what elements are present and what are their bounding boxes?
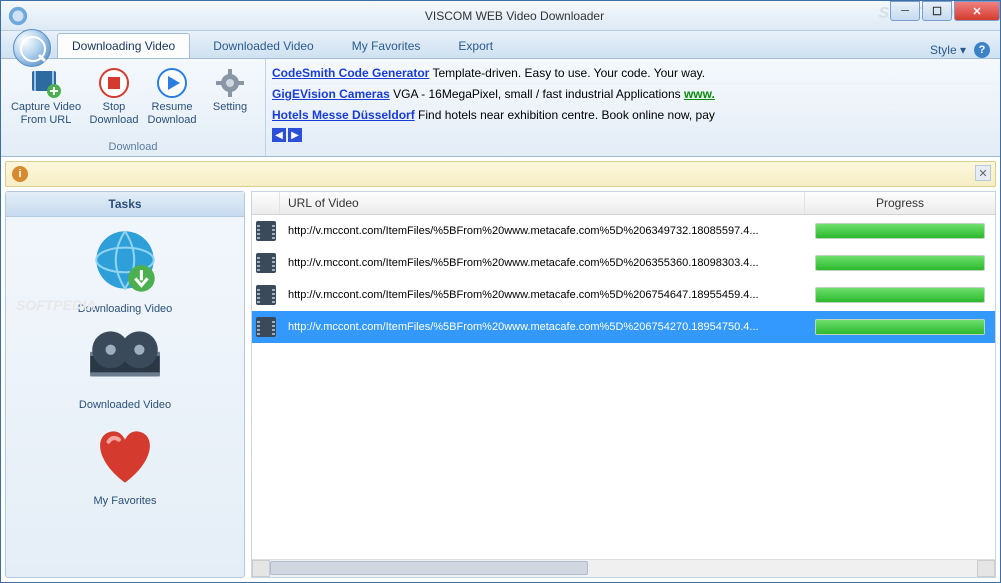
ad-line-3[interactable]: Hotels Messe Düsseldorf Find hotels near…: [268, 105, 998, 126]
table-row[interactable]: http://v.mccont.com/ItemFiles/%5BFrom%20…: [252, 215, 995, 247]
row-progress: [805, 223, 995, 239]
style-dropdown[interactable]: Style ▾: [930, 43, 966, 57]
infobar-close-icon[interactable]: ✕: [975, 165, 991, 181]
main-area: Tasks SOFTPEDIA Downloading Video Downlo…: [5, 191, 996, 578]
row-progress: [805, 319, 995, 335]
row-url: http://v.mccont.com/ItemFiles/%5BFrom%20…: [280, 289, 805, 301]
sidebar-item-downloading[interactable]: Downloading Video: [78, 227, 173, 315]
film-add-icon: [30, 67, 62, 99]
app-menu-icon[interactable]: [7, 5, 29, 27]
row-icon: [252, 221, 280, 241]
setting-button[interactable]: Setting: [201, 63, 259, 137]
row-icon: [252, 285, 280, 305]
scroll-left-icon[interactable]: [252, 560, 270, 577]
tab-downloaded-video[interactable]: Downloaded Video: [198, 33, 329, 58]
sidebar-item-downloaded[interactable]: Downloaded Video: [79, 323, 171, 411]
table-row[interactable]: http://v.mccont.com/ItemFiles/%5BFrom%20…: [252, 247, 995, 279]
sidebar-header: Tasks: [6, 192, 244, 217]
ad-line-1[interactable]: CodeSmith Code Generator Template-driven…: [268, 63, 998, 84]
col-progress[interactable]: Progress: [805, 192, 995, 214]
ribbon: Capture Video From URL Stop Download Res…: [1, 59, 1000, 157]
stop-download-button[interactable]: Stop Download: [85, 63, 143, 137]
row-icon: [252, 317, 280, 337]
play-icon: [156, 67, 188, 99]
download-table: URL of Video Progress http://v.mccont.co…: [251, 191, 996, 578]
capture-video-button[interactable]: Capture Video From URL: [7, 63, 85, 137]
scroll-right-icon[interactable]: [977, 560, 995, 577]
globe-download-icon: [84, 227, 166, 299]
tab-my-favorites[interactable]: My Favorites: [337, 33, 436, 58]
row-url: http://v.mccont.com/ItemFiles/%5BFrom%20…: [280, 225, 805, 237]
resume-download-button[interactable]: Resume Download: [143, 63, 201, 137]
row-icon: [252, 253, 280, 273]
ad-next-icon[interactable]: ▶: [288, 128, 302, 142]
close-button[interactable]: ✕: [954, 1, 1000, 21]
ribbon-tabs: Downloading Video Downloaded Video My Fa…: [1, 31, 1000, 59]
app-window: VISCOM WEB Video Downloader SOFTPEDIA ─ …: [0, 0, 1001, 583]
tab-downloading-video[interactable]: Downloading Video: [57, 33, 190, 58]
film-reel-icon: [84, 323, 166, 395]
row-progress: [805, 287, 995, 303]
row-progress: [805, 255, 995, 271]
table-body: http://v.mccont.com/ItemFiles/%5BFrom%20…: [252, 215, 995, 559]
ribbon-group-label: Download: [1, 141, 265, 156]
app-orb-button[interactable]: [13, 29, 51, 67]
info-icon: i: [12, 166, 28, 182]
ad-prev-icon[interactable]: ◀: [272, 128, 286, 142]
film-icon: [256, 253, 276, 273]
maximize-button[interactable]: ☐: [922, 1, 952, 21]
table-header: URL of Video Progress: [252, 192, 995, 215]
row-url: http://v.mccont.com/ItemFiles/%5BFrom%20…: [280, 257, 805, 269]
horizontal-scrollbar[interactable]: [252, 559, 995, 577]
stop-icon: [98, 67, 130, 99]
film-icon: [256, 285, 276, 305]
ribbon-group-download: Capture Video From URL Stop Download Res…: [1, 59, 266, 156]
sidebar-item-favorites[interactable]: My Favorites: [84, 419, 166, 507]
window-title: VISCOM WEB Video Downloader: [29, 9, 1000, 23]
table-row[interactable]: http://v.mccont.com/ItemFiles/%5BFrom%20…: [252, 279, 995, 311]
help-icon[interactable]: ?: [974, 42, 990, 58]
film-icon: [256, 317, 276, 337]
heart-icon: [84, 419, 166, 491]
sidebar: Tasks SOFTPEDIA Downloading Video Downlo…: [5, 191, 245, 578]
titlebar: VISCOM WEB Video Downloader SOFTPEDIA ─ …: [1, 1, 1000, 31]
tab-export[interactable]: Export: [443, 33, 508, 58]
ad-panel: CodeSmith Code Generator Template-driven…: [266, 59, 1000, 156]
ad-line-2[interactable]: GigEVision Cameras VGA - 16MegaPixel, sm…: [268, 84, 998, 105]
film-icon: [256, 221, 276, 241]
col-url[interactable]: URL of Video: [280, 192, 805, 214]
info-bar: i ✕: [5, 161, 996, 187]
col-icon[interactable]: [252, 192, 280, 214]
scroll-thumb[interactable]: [270, 561, 588, 575]
gear-icon: [214, 67, 246, 99]
minimize-button[interactable]: ─: [890, 1, 920, 21]
table-row[interactable]: http://v.mccont.com/ItemFiles/%5BFrom%20…: [252, 311, 995, 343]
row-url: http://v.mccont.com/ItemFiles/%5BFrom%20…: [280, 321, 805, 333]
